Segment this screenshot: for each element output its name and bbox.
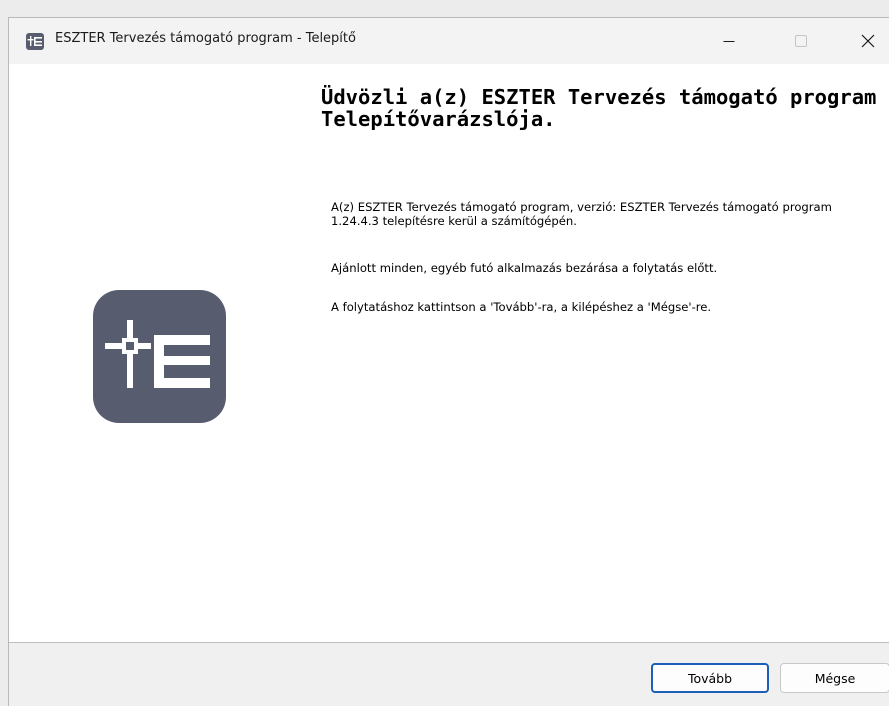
welcome-heading: Üdvözli a(z) ESZTER Tervezés támogató pr… xyxy=(321,85,877,131)
minimize-icon xyxy=(723,41,735,42)
wizard-content: Üdvözli a(z) ESZTER Tervezés támogató pr… xyxy=(9,64,889,642)
installer-window: ESZTER Tervezés támogató program - Telep… xyxy=(8,17,889,706)
minimize-button[interactable] xyxy=(706,18,752,64)
cancel-button[interactable]: Mégse xyxy=(780,663,889,693)
button-bar: Tovább Mégse xyxy=(9,642,889,706)
install-info-text: A(z) ESZTER Tervezés támogató program, v… xyxy=(331,200,832,228)
maximize-icon xyxy=(795,35,807,47)
close-icon xyxy=(861,34,875,48)
title-bar[interactable]: ESZTER Tervezés támogató program - Telep… xyxy=(9,18,889,64)
maximize-button xyxy=(778,18,824,64)
eszter-logo-icon xyxy=(93,290,226,423)
close-button[interactable] xyxy=(845,18,889,64)
next-button[interactable]: Tovább xyxy=(651,663,769,693)
window-title: ESZTER Tervezés támogató program - Telep… xyxy=(55,31,356,46)
app-icon[interactable] xyxy=(26,33,44,50)
close-apps-text: Ajánlott minden, egyéb futó alkalmazás b… xyxy=(331,261,718,275)
continue-instructions-text: A folytatáshoz kattintson a 'Tovább'-ra,… xyxy=(331,300,712,314)
